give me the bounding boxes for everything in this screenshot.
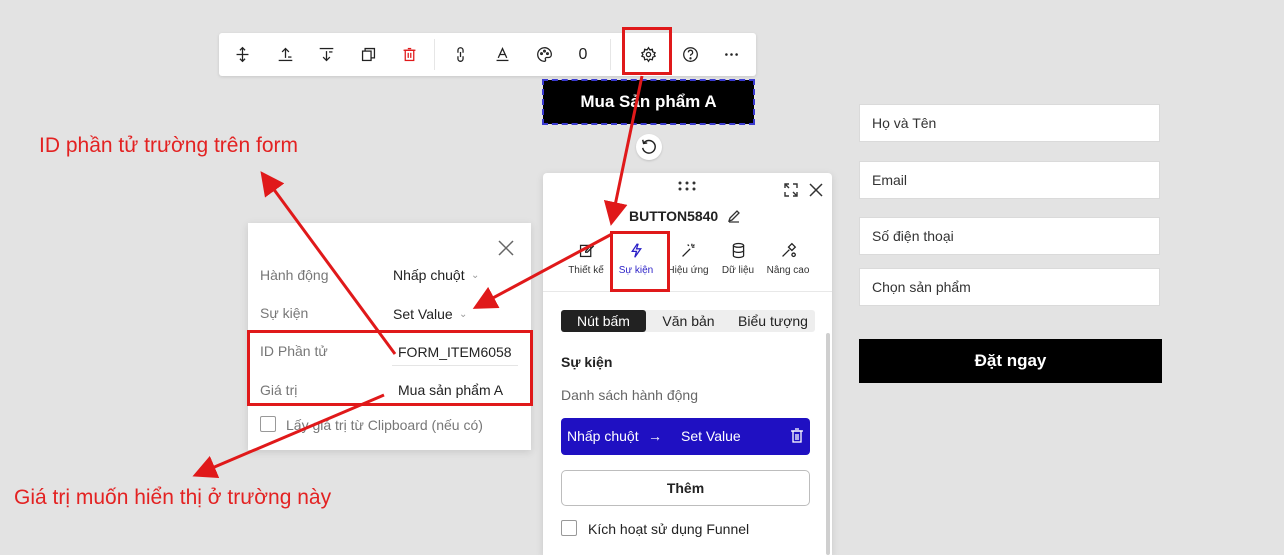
annotation-arrows: [192, 75, 644, 479]
annotation-value-note: Giá trị muốn hiển thị ở trường này: [14, 486, 332, 509]
annotation-id-note: ID phần tử trường trên form: [39, 134, 298, 157]
